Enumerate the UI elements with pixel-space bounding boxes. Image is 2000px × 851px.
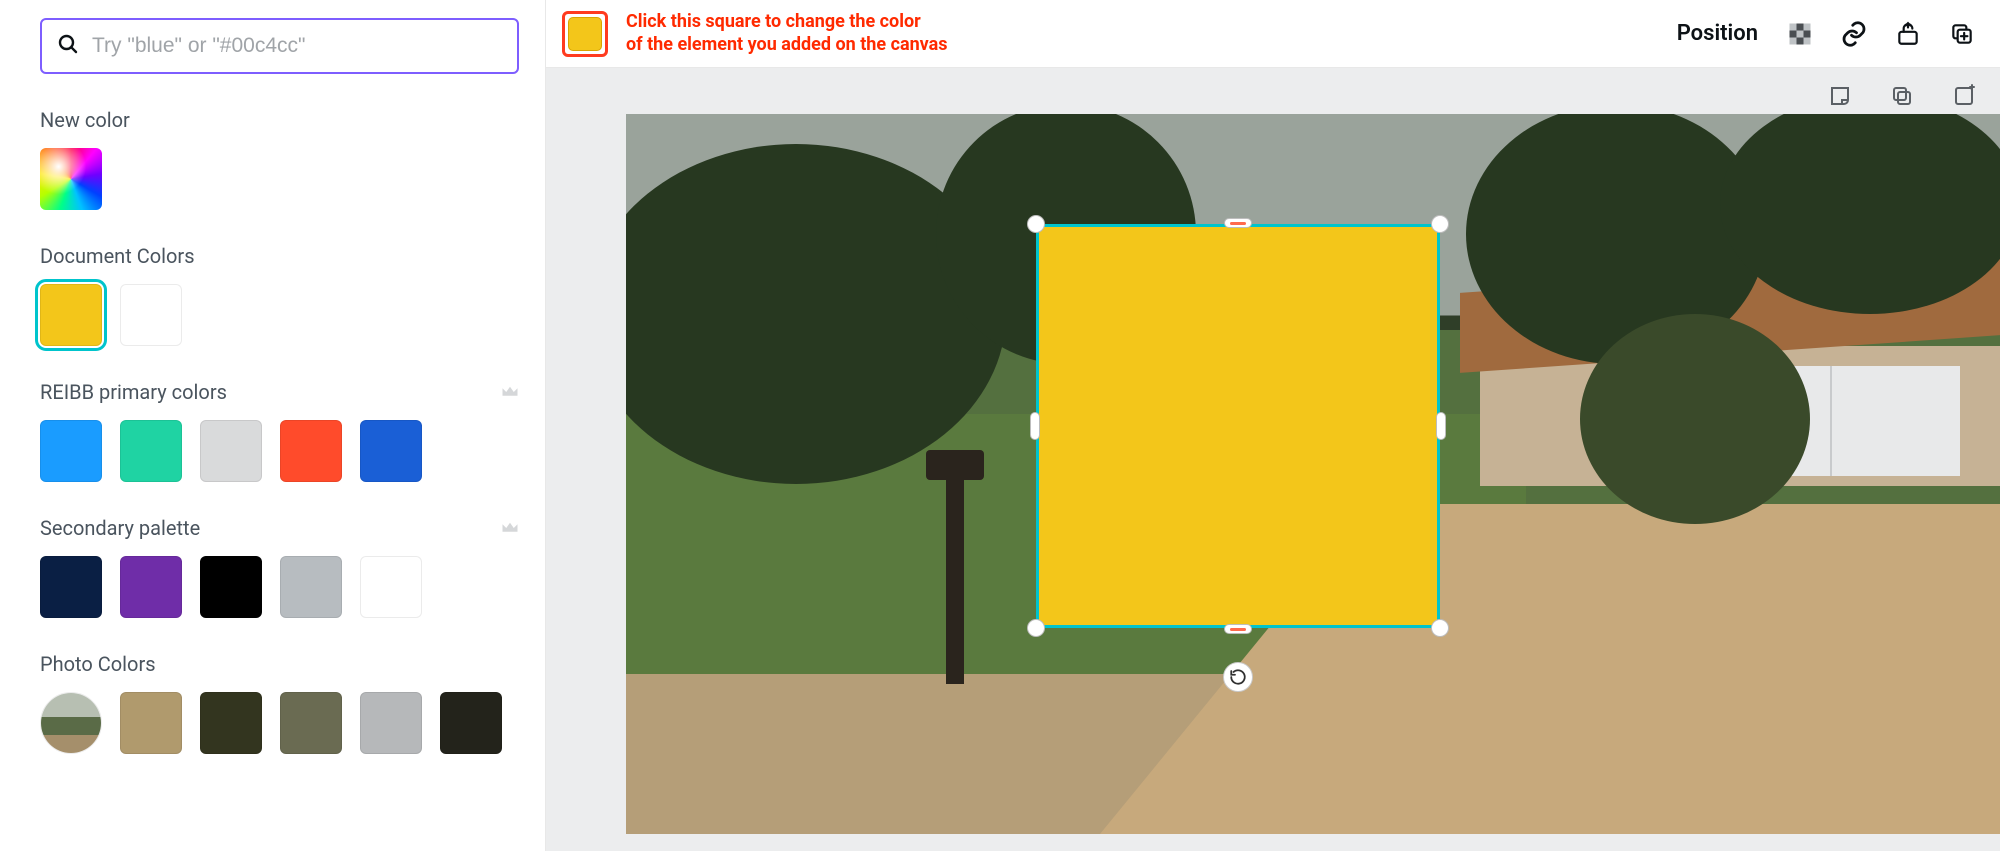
- document-colors-section: Document Colors: [40, 244, 519, 346]
- brand-color-swatch[interactable]: [360, 420, 422, 482]
- notes-icon[interactable]: [1822, 78, 1858, 114]
- photo-color-swatch[interactable]: [200, 692, 262, 754]
- brand-color-swatch[interactable]: [40, 420, 102, 482]
- copy-page-icon[interactable]: [1884, 78, 1920, 114]
- add-page-icon[interactable]: [1946, 78, 1982, 114]
- resize-handle-right[interactable]: [1436, 412, 1446, 440]
- secondary-color-swatch[interactable]: [120, 556, 182, 618]
- doc-color-swatch[interactable]: [40, 284, 102, 346]
- brand-secondary-section: Secondary palette: [40, 516, 519, 618]
- lock-icon[interactable]: [1890, 16, 1926, 52]
- brand-color-swatch[interactable]: [120, 420, 182, 482]
- link-icon[interactable]: [1836, 16, 1872, 52]
- editor-main: Click this square to change the color of…: [546, 0, 2000, 851]
- photo-thumb-swatch[interactable]: [40, 692, 102, 754]
- doc-color-swatch[interactable]: [120, 284, 182, 346]
- brand-color-swatch[interactable]: [200, 420, 262, 482]
- selection-outline: [1036, 224, 1440, 628]
- color-search[interactable]: [40, 18, 519, 74]
- crown-icon: [501, 516, 519, 540]
- context-toolbar: Click this square to change the color of…: [546, 0, 2000, 68]
- brand-primary-section: REIBB primary colors: [40, 380, 519, 482]
- photo-color-swatch[interactable]: [120, 692, 182, 754]
- brand-color-swatch[interactable]: [280, 420, 342, 482]
- secondary-color-swatch[interactable]: [200, 556, 262, 618]
- fill-color-chip: [568, 17, 602, 51]
- secondary-color-swatch[interactable]: [280, 556, 342, 618]
- new-color-section: New color: [40, 108, 519, 210]
- document-colors-label: Document Colors: [40, 244, 519, 268]
- resize-handle-bottom[interactable]: [1224, 624, 1252, 634]
- resize-handle-tl[interactable]: [1027, 215, 1045, 233]
- position-button[interactable]: Position: [1671, 17, 1764, 50]
- search-icon: [56, 32, 80, 60]
- color-search-input[interactable]: [92, 34, 503, 58]
- transparency-icon[interactable]: [1782, 16, 1818, 52]
- new-color-label: New color: [40, 108, 519, 132]
- color-panel: New color Document Colors REIBB primary …: [0, 0, 546, 851]
- duplicate-icon[interactable]: [1944, 16, 1980, 52]
- photo-colors-label: Photo Colors: [40, 652, 519, 676]
- canvas-area[interactable]: [546, 68, 2000, 851]
- photo-colors-section: Photo Colors: [40, 652, 519, 754]
- secondary-color-swatch[interactable]: [360, 556, 422, 618]
- selected-element[interactable]: [1036, 224, 1440, 628]
- tutorial-annotation: Click this square to change the color of…: [626, 11, 948, 56]
- page-actions: [1822, 78, 1982, 114]
- brand-secondary-label: Secondary palette: [40, 516, 200, 540]
- resize-handle-br[interactable]: [1431, 619, 1449, 637]
- rotate-handle[interactable]: [1223, 662, 1253, 692]
- annotation-line: Click this square to change the color: [626, 11, 948, 34]
- photo-color-swatch[interactable]: [360, 692, 422, 754]
- resize-handle-top[interactable]: [1224, 218, 1252, 228]
- resize-handle-tr[interactable]: [1431, 215, 1449, 233]
- resize-handle-bl[interactable]: [1027, 619, 1045, 637]
- resize-handle-left[interactable]: [1030, 412, 1040, 440]
- crown-icon: [501, 380, 519, 404]
- brand-primary-label: REIBB primary colors: [40, 380, 227, 404]
- fill-color-button[interactable]: [562, 11, 608, 57]
- photo-color-swatch[interactable]: [280, 692, 342, 754]
- annotation-line: of the element you added on the canvas: [626, 34, 948, 57]
- secondary-color-swatch[interactable]: [40, 556, 102, 618]
- add-new-color[interactable]: [40, 148, 102, 210]
- photo-color-swatch[interactable]: [440, 692, 502, 754]
